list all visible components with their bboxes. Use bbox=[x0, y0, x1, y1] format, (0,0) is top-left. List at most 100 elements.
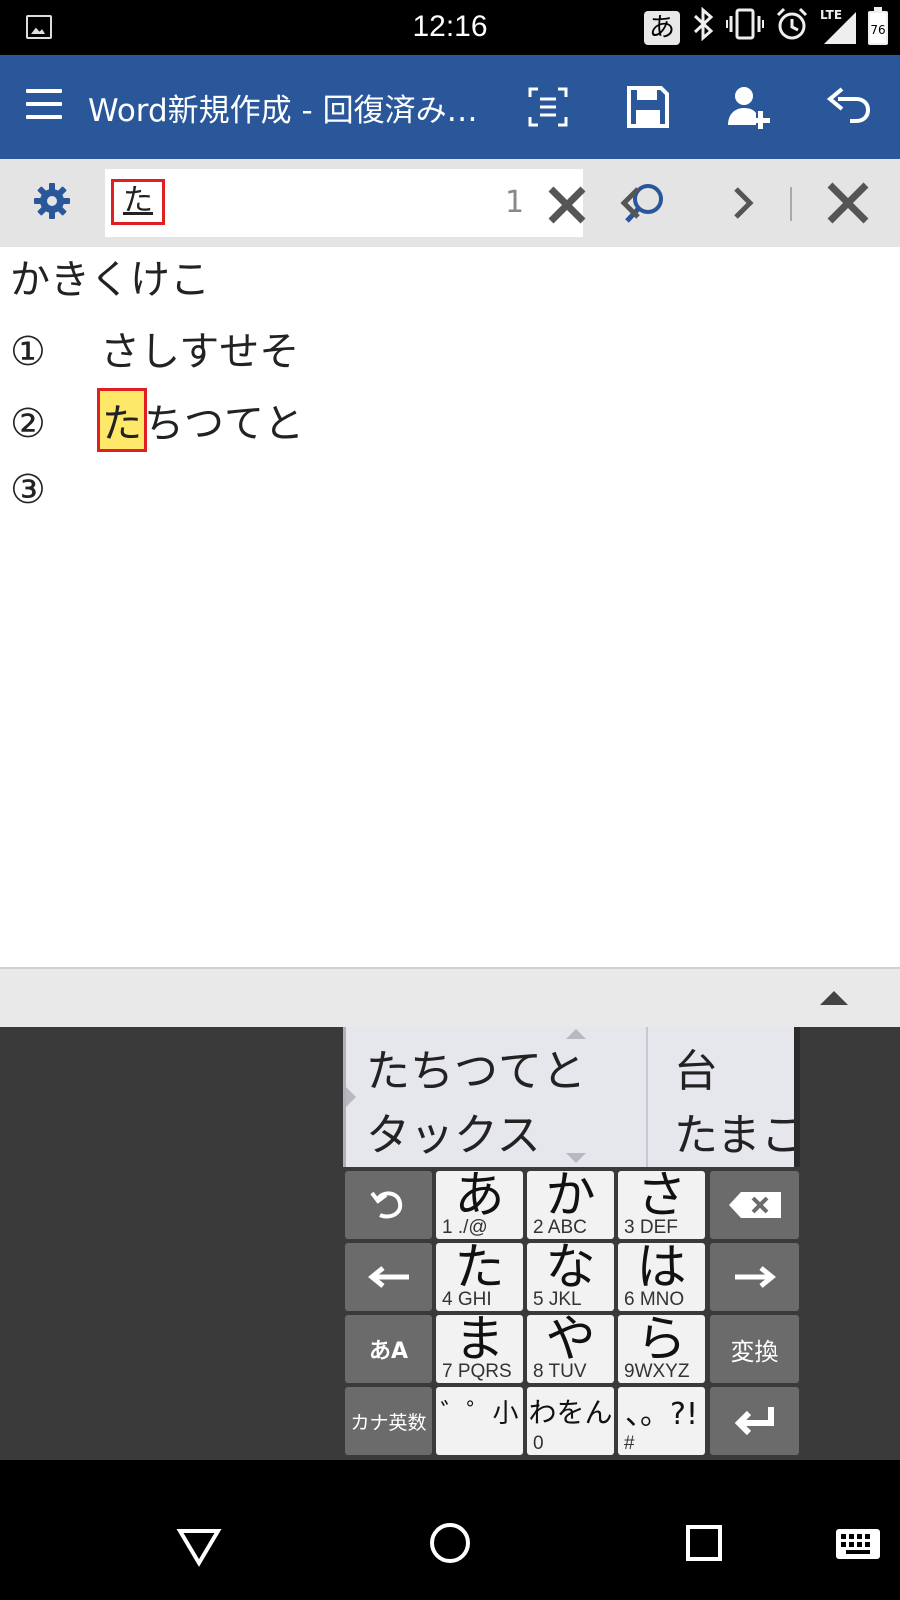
key-sublabel: 4 GHI bbox=[442, 1289, 492, 1310]
keyboard: たちつてと 台 タックス たまこ あ1 ./@ か2 ABC さ3 DEF た4… bbox=[0, 1027, 900, 1460]
candidate-expand-icon[interactable] bbox=[346, 1087, 356, 1107]
document-line: ③ bbox=[10, 467, 100, 513]
find-query[interactable]: た bbox=[111, 179, 165, 225]
backspace-key[interactable] bbox=[710, 1171, 799, 1239]
key-label: ゛゜小 bbox=[440, 1399, 519, 1429]
document-body[interactable]: かきくけこ ① さしすせそ ② たちつてと ③ bbox=[0, 247, 900, 967]
key-label: か bbox=[545, 1166, 596, 1224]
candidate-edge bbox=[794, 1027, 800, 1167]
back-icon[interactable] bbox=[176, 1527, 222, 1571]
candidate-item[interactable]: タックス bbox=[366, 1099, 541, 1163]
status-icons: あ LTE 76 bbox=[644, 6, 888, 49]
kana-alnum-label: カナ英数 bbox=[350, 1411, 427, 1434]
key-sublabel: 1 ./@ bbox=[442, 1217, 488, 1238]
match-count: 1 bbox=[505, 185, 525, 220]
find-input[interactable]: た 1 bbox=[105, 169, 663, 237]
cursor-right-key[interactable] bbox=[710, 1243, 799, 1311]
alarm-icon bbox=[776, 7, 808, 49]
candidate-list: たちつてと 台 タックス たまこ bbox=[343, 1027, 800, 1167]
document-line: ② たちつてと bbox=[10, 388, 304, 452]
share-icon[interactable] bbox=[720, 79, 776, 135]
candidate-item[interactable]: たちつてと bbox=[366, 1035, 586, 1099]
document-line: ① さしすせそ bbox=[10, 319, 299, 377]
candidate-item[interactable]: 台 bbox=[674, 1035, 718, 1099]
reverse-icon bbox=[369, 1191, 402, 1219]
key-sublabel: 3 DEF bbox=[624, 1217, 678, 1238]
arrow-right-icon bbox=[734, 1266, 776, 1288]
cursor-left-key[interactable] bbox=[345, 1243, 432, 1311]
key-label: は bbox=[636, 1238, 687, 1296]
expand-ribbon-icon[interactable] bbox=[820, 991, 848, 1005]
key-sublabel: 0 bbox=[533, 1433, 544, 1454]
key-punctuation[interactable]: 、。?! # bbox=[618, 1387, 705, 1455]
find-query-text: た bbox=[123, 183, 153, 218]
key-label: な bbox=[545, 1238, 596, 1296]
backspace-icon bbox=[728, 1192, 781, 1218]
next-icon[interactable] bbox=[722, 181, 762, 225]
ime-indicator: あ bbox=[644, 11, 680, 45]
bluetooth-icon bbox=[692, 6, 714, 49]
divider bbox=[790, 187, 792, 221]
candidate-down-icon[interactable] bbox=[566, 1153, 586, 1163]
app-bar: Word新規作成 - 回復済み… bbox=[0, 55, 900, 159]
key-ta[interactable]: た4 GHI bbox=[436, 1238, 523, 1311]
keyboard-switch-icon[interactable] bbox=[836, 1529, 880, 1559]
home-icon[interactable] bbox=[430, 1523, 470, 1563]
network-type: LTE bbox=[820, 8, 843, 22]
candidate-item[interactable]: たまこ bbox=[674, 1099, 800, 1163]
save-icon[interactable] bbox=[620, 79, 676, 135]
key-ka[interactable]: か2 ABC bbox=[527, 1166, 614, 1239]
key-sublabel: 9WXYZ bbox=[624, 1361, 690, 1382]
ribbon-toggle-strip bbox=[0, 967, 900, 1027]
clear-icon[interactable] bbox=[545, 183, 589, 227]
input-mode-label: あA bbox=[368, 1339, 409, 1364]
enter-icon bbox=[734, 1407, 774, 1436]
key-label: た bbox=[454, 1238, 505, 1296]
line-number: ③ bbox=[10, 467, 46, 513]
key-ya[interactable]: や8 TUV bbox=[527, 1310, 614, 1383]
gear-icon[interactable] bbox=[32, 181, 72, 221]
enter-key[interactable] bbox=[710, 1387, 799, 1455]
kana-alnum-key[interactable]: カナ英数 bbox=[345, 1387, 432, 1455]
key-dakuten[interactable]: ゛゜小 bbox=[436, 1387, 523, 1455]
key-sublabel: 7 PQRS bbox=[442, 1361, 512, 1382]
key-sublabel: 6 MNO bbox=[624, 1289, 685, 1310]
key-na[interactable]: な5 JKL bbox=[527, 1238, 614, 1311]
line-number: ① bbox=[10, 329, 46, 375]
key-ha[interactable]: は6 MNO bbox=[618, 1238, 705, 1311]
close-icon[interactable] bbox=[824, 179, 872, 227]
key-a[interactable]: あ1 ./@ bbox=[436, 1166, 523, 1239]
key-sublabel: # bbox=[624, 1433, 635, 1454]
key-sublabel: 5 JKL bbox=[533, 1289, 582, 1310]
key-ra[interactable]: ら 9WXYZ bbox=[618, 1310, 705, 1383]
find-bar: た 1 bbox=[0, 159, 900, 247]
key-sa[interactable]: さ3 DEF bbox=[618, 1166, 705, 1239]
key-sublabel: 8 TUV bbox=[533, 1361, 587, 1382]
previous-icon[interactable] bbox=[612, 181, 652, 225]
key-label: 、。?! bbox=[625, 1397, 698, 1432]
status-bar: 12:16 あ LTE 76 bbox=[0, 0, 900, 55]
convert-label: 変換 bbox=[730, 1337, 779, 1366]
line-text: さしすせそ bbox=[100, 329, 300, 375]
undo-icon[interactable] bbox=[820, 79, 876, 135]
recent-apps-icon[interactable] bbox=[686, 1525, 722, 1561]
search-match-highlight: た bbox=[97, 388, 147, 452]
focus-view-icon[interactable] bbox=[520, 79, 576, 135]
line-text: ちつてと bbox=[144, 401, 304, 447]
line-number: ② bbox=[10, 401, 46, 447]
convert-key[interactable]: 変換 bbox=[710, 1315, 799, 1383]
reverse-key[interactable] bbox=[345, 1171, 432, 1239]
key-wa[interactable]: わをん 0 bbox=[527, 1387, 614, 1455]
signal-icon: LTE bbox=[820, 8, 856, 44]
key-ma[interactable]: ま7 PQRS bbox=[436, 1310, 523, 1383]
menu-icon[interactable] bbox=[26, 89, 62, 121]
battery-icon: 76 bbox=[868, 7, 888, 45]
key-label: や bbox=[545, 1310, 596, 1368]
key-label: ま bbox=[454, 1310, 505, 1368]
key-label: あ bbox=[454, 1166, 505, 1224]
battery-level: 76 bbox=[870, 23, 886, 37]
input-mode-key[interactable]: あA bbox=[345, 1315, 432, 1383]
key-sublabel: 2 ABC bbox=[533, 1217, 587, 1238]
line-text: かきくけこ bbox=[10, 257, 210, 303]
key-label: ら bbox=[636, 1310, 687, 1368]
